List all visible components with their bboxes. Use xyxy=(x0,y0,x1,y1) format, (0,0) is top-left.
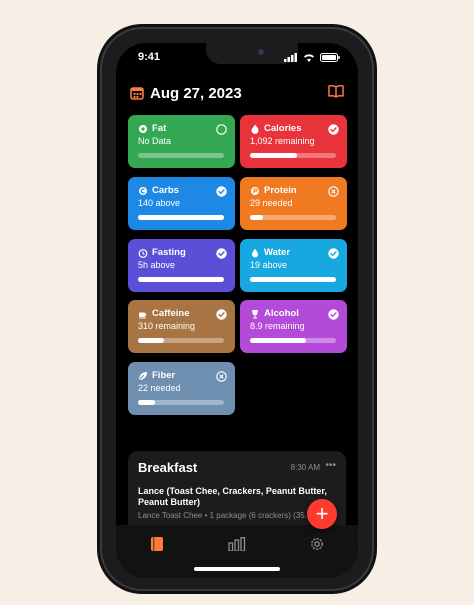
tab-bar xyxy=(116,525,358,578)
card-alcohol[interactable]: Alcohol 8.9 remaining xyxy=(240,300,347,353)
status-time: 9:41 xyxy=(138,51,161,63)
checkmark-icon xyxy=(216,307,227,320)
card-title: Protein xyxy=(250,185,297,196)
checkmark-icon xyxy=(328,122,339,135)
card-title: Calories xyxy=(250,123,302,134)
progress-fill xyxy=(250,277,336,282)
book-icon xyxy=(151,537,163,551)
card-subtitle: 310 remaining xyxy=(138,321,196,331)
progress-bar xyxy=(138,338,224,343)
card-subtitle: 29 needed xyxy=(250,198,293,208)
card-title: Caffeine xyxy=(138,308,189,319)
card-subtitle: 22 needed xyxy=(138,383,181,393)
more-options-icon[interactable]: ••• xyxy=(325,460,336,471)
card-title: Fasting xyxy=(138,247,186,258)
progress-bar xyxy=(250,215,336,220)
fiber-icon xyxy=(139,371,147,380)
meal-title: Breakfast xyxy=(138,460,198,475)
progress-fill xyxy=(138,338,164,343)
progress-fill xyxy=(138,215,224,220)
card-water[interactable]: Water 19 above xyxy=(240,239,347,292)
bar-chart-icon xyxy=(228,537,246,551)
open-book-icon[interactable] xyxy=(328,84,344,98)
alcohol-icon xyxy=(252,309,258,318)
progress-fill xyxy=(250,153,298,158)
card-title: Alcohol xyxy=(250,308,299,319)
add-entry-button[interactable]: + xyxy=(307,499,337,529)
progress-fill xyxy=(138,277,224,282)
fat-icon xyxy=(139,124,147,133)
card-title: Water xyxy=(250,247,290,258)
battery-icon xyxy=(320,53,340,62)
calories-icon xyxy=(251,124,259,134)
tab-settings[interactable] xyxy=(306,535,328,553)
progress-bar xyxy=(138,400,224,405)
card-title: Fat xyxy=(138,123,166,134)
fasting-icon xyxy=(138,248,148,258)
food-detail: Lance Toast Chee • 1 package (6 crackers… xyxy=(138,511,312,520)
carbs-icon xyxy=(139,186,147,195)
card-label: Caffeine xyxy=(152,308,190,319)
progress-bar xyxy=(138,215,224,220)
status-icons xyxy=(284,53,340,62)
card-fat[interactable]: Fat No Data xyxy=(128,115,235,168)
card-subtitle: 8.9 remaining xyxy=(250,321,305,331)
progress-fill xyxy=(250,338,306,343)
date-header: Aug 27, 2023 xyxy=(130,81,344,105)
tab-charts[interactable] xyxy=(226,535,248,553)
card-label: Fiber xyxy=(152,370,176,381)
card-protein[interactable]: Protein 29 needed xyxy=(240,177,347,230)
app-screen: 9:41 Aug 27, 2023 Fat No Data Calories 1,09… xyxy=(116,43,358,578)
card-subtitle: 1,092 remaining xyxy=(250,136,315,146)
checkmark-icon xyxy=(216,246,227,259)
card-label: Fat xyxy=(152,123,167,134)
caffeine-icon xyxy=(139,312,147,318)
progress-bar xyxy=(250,277,336,282)
phone-frame: 9:41 Aug 27, 2023 Fat No Data Calories 1,09… xyxy=(102,29,372,589)
card-subtitle: 140 above xyxy=(138,198,181,208)
card-title: Fiber xyxy=(138,370,175,381)
card-caffeine[interactable]: Caffeine 310 remaining xyxy=(128,300,235,353)
water-icon xyxy=(252,248,258,257)
card-label: Fasting xyxy=(152,247,186,258)
card-label: Water xyxy=(264,247,291,258)
checkmark-icon xyxy=(216,184,227,197)
card-calories[interactable]: Calories 1,092 remaining xyxy=(240,115,347,168)
x-circle-icon xyxy=(216,369,227,382)
signal-icon xyxy=(284,53,297,62)
card-label: Alcohol xyxy=(264,308,299,319)
wifi-icon xyxy=(304,54,314,62)
card-subtitle: No Data xyxy=(138,136,172,146)
card-label: Calories xyxy=(264,123,302,134)
protein-icon xyxy=(251,186,259,195)
progress-fill xyxy=(138,400,156,405)
progress-bar xyxy=(250,153,336,158)
x-circle-icon xyxy=(328,184,339,197)
card-label: Protein xyxy=(264,185,297,196)
card-subtitle: 19 above xyxy=(250,260,288,270)
progress-bar xyxy=(138,153,224,158)
progress-bar xyxy=(138,277,224,282)
card-subtitle: 5h above xyxy=(138,260,176,270)
home-indicator xyxy=(194,567,280,571)
card-label: Carbs xyxy=(152,185,179,196)
current-date[interactable]: Aug 27, 2023 xyxy=(150,85,242,102)
card-fiber[interactable]: Fiber 22 needed xyxy=(128,362,235,415)
gear-icon xyxy=(311,538,323,550)
checkmark-icon xyxy=(328,246,339,259)
progress-fill xyxy=(250,215,263,220)
tab-log[interactable] xyxy=(146,535,168,553)
progress-bar xyxy=(250,338,336,343)
card-fasting[interactable]: Fasting 5h above xyxy=(128,239,235,292)
checkmark-icon xyxy=(328,307,339,320)
status-bar: 9:41 xyxy=(116,51,358,67)
card-title: Carbs xyxy=(138,185,179,196)
meal-time: 8:30 AM xyxy=(290,463,320,472)
calendar-icon[interactable] xyxy=(130,86,144,100)
empty-circle-icon xyxy=(216,122,227,135)
card-carbs[interactable]: Carbs 140 above xyxy=(128,177,235,230)
